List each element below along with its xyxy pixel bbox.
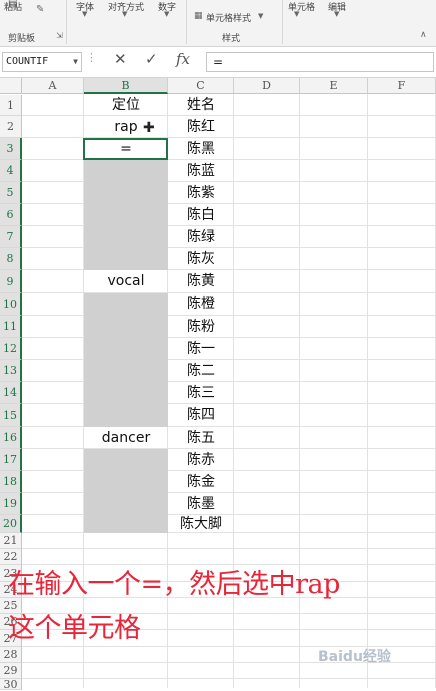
cursor-plus-icon: ✚ <box>143 120 155 136</box>
cell-c11[interactable]: 陈粉 <box>168 316 234 338</box>
row-header-28[interactable]: 28 <box>0 647 22 663</box>
cell-c18[interactable]: 陈金 <box>168 471 234 493</box>
row-header-14[interactable]: 14 <box>0 382 22 404</box>
row-header-17[interactable]: 17 <box>0 449 22 471</box>
name-box-value: COUNTIF <box>6 56 49 67</box>
select-all-corner[interactable] <box>0 78 22 94</box>
gray-fill-block[interactable] <box>84 160 168 270</box>
cell-c20[interactable]: 陈大脚 <box>168 515 234 533</box>
row-header-8[interactable]: 8 <box>0 248 22 270</box>
chevron-down-icon[interactable]: ▼ <box>334 10 339 18</box>
cell-b1[interactable]: 定位 <box>84 95 168 116</box>
ribbon-separator <box>282 0 283 44</box>
more-icon[interactable]: ⋮ <box>86 51 97 64</box>
ribbon-separator <box>186 0 187 44</box>
row-header-3[interactable]: 3 <box>0 138 22 160</box>
cell-c1[interactable]: 姓名 <box>168 95 234 116</box>
row-header-12[interactable]: 12 <box>0 338 22 360</box>
chevron-down-icon[interactable]: ▼ <box>164 10 169 18</box>
chevron-down-icon[interactable]: ▼ <box>294 10 299 18</box>
formula-bar: COUNTIF ▼ ⋮ ✕ ✓ fx = <box>0 47 436 78</box>
cell-b2[interactable]: rap <box>84 116 168 138</box>
name-box[interactable]: COUNTIF ▼ <box>2 52 82 72</box>
annotation-line-2: 这个单元格 <box>8 613 141 644</box>
column-header-a[interactable]: A <box>22 78 84 94</box>
cell-styles-button[interactable]: 单元格样式 <box>206 11 251 24</box>
chevron-down-icon[interactable]: ▼ <box>82 10 87 18</box>
column-header-b[interactable]: B <box>84 78 168 94</box>
cell-c6[interactable]: 陈白 <box>168 204 234 226</box>
row-header-6[interactable]: 6 <box>0 204 22 226</box>
column-header-e[interactable]: E <box>300 78 368 94</box>
row-header-10[interactable]: 10 <box>0 293 22 316</box>
cell-styles-icon: ▦ <box>194 11 203 21</box>
chevron-down-icon[interactable]: ▼ <box>122 10 127 18</box>
row-header-19[interactable]: 19 <box>0 493 22 515</box>
row-header-13[interactable]: 13 <box>0 360 22 382</box>
cell-c14[interactable]: 陈三 <box>168 382 234 404</box>
cell-c17[interactable]: 陈赤 <box>168 449 234 471</box>
row-header-9[interactable]: 9 <box>0 270 22 293</box>
styles-group-label: 样式 <box>222 34 241 44</box>
cell-c16[interactable]: 陈五 <box>168 427 234 449</box>
cell-c9[interactable]: 陈黄 <box>168 270 234 293</box>
cell-b9[interactable]: vocal <box>84 270 168 293</box>
row-header-29[interactable]: 29 <box>0 663 22 679</box>
column-header-d[interactable]: D <box>234 78 300 94</box>
chevron-down-icon[interactable]: ▼ <box>258 12 263 20</box>
formula-input[interactable]: = <box>206 52 434 72</box>
cell-c3[interactable]: 陈黑 <box>168 138 234 160</box>
dialog-launcher-icon[interactable]: ⇲ <box>56 31 63 40</box>
format-painter-icon[interactable]: ✎ <box>36 4 44 15</box>
enter-icon[interactable]: ✓ <box>145 50 158 68</box>
row-header-18[interactable]: 18 <box>0 471 22 493</box>
cells-button[interactable]: 单元格 <box>288 0 315 13</box>
collapse-ribbon-icon[interactable]: ∧ <box>420 30 427 40</box>
row-header-1[interactable]: 1 <box>0 95 22 116</box>
grid-vline <box>367 94 368 688</box>
gray-fill-block[interactable] <box>84 449 168 533</box>
paste-label[interactable]: 粘贴 <box>4 0 22 13</box>
row-header-7[interactable]: 7 <box>0 226 22 248</box>
row-header-4[interactable]: 4 <box>0 160 22 182</box>
grid-hline <box>22 678 436 679</box>
cell-b16[interactable]: dancer <box>84 427 168 449</box>
cell-c19[interactable]: 陈墨 <box>168 493 234 515</box>
cell-c2[interactable]: 陈红 <box>168 116 234 138</box>
cell-c7[interactable]: 陈绿 <box>168 226 234 248</box>
watermark: Baidu经验 <box>318 649 391 665</box>
cell-c8[interactable]: 陈灰 <box>168 248 234 270</box>
cell-c5[interactable]: 陈紫 <box>168 182 234 204</box>
row-header-21[interactable]: 21 <box>0 533 22 549</box>
column-header-c[interactable]: C <box>168 78 234 94</box>
cancel-icon[interactable]: ✕ <box>114 50 127 68</box>
cell-c15[interactable]: 陈四 <box>168 404 234 427</box>
cell-c4[interactable]: 陈蓝 <box>168 160 234 182</box>
row-header-16[interactable]: 16 <box>0 427 22 449</box>
active-cell-b3[interactable] <box>83 138 168 160</box>
row-header-20[interactable]: 20 <box>0 515 22 533</box>
row-header-2[interactable]: 2 <box>0 116 22 138</box>
grid-hline <box>22 548 436 549</box>
annotation-line-1: 在输入一个=，然后选中rap <box>8 569 340 600</box>
ribbon-separator <box>66 0 67 44</box>
cell-c13[interactable]: 陈二 <box>168 360 234 382</box>
cell-c10[interactable]: 陈橙 <box>168 293 234 316</box>
insert-function-button[interactable]: fx <box>176 50 190 68</box>
row-header-15[interactable]: 15 <box>0 404 22 427</box>
ribbon: ▤ 粘贴 ✎ 剪贴板 ⇲ 字体 ▼ 对齐方式 ▼ 数字 ▼ ▦ 单元格样式 ▼ … <box>0 0 436 47</box>
gray-fill-block[interactable] <box>84 293 168 427</box>
row-header-11[interactable]: 11 <box>0 316 22 338</box>
chevron-down-icon[interactable]: ▼ <box>73 53 78 71</box>
row-header-5[interactable]: 5 <box>0 182 22 204</box>
row-header-30[interactable]: 30 <box>0 679 22 690</box>
clipboard-group-label: 剪贴板 <box>8 34 36 44</box>
column-header-f[interactable]: F <box>368 78 436 94</box>
cell-c12[interactable]: 陈一 <box>168 338 234 360</box>
